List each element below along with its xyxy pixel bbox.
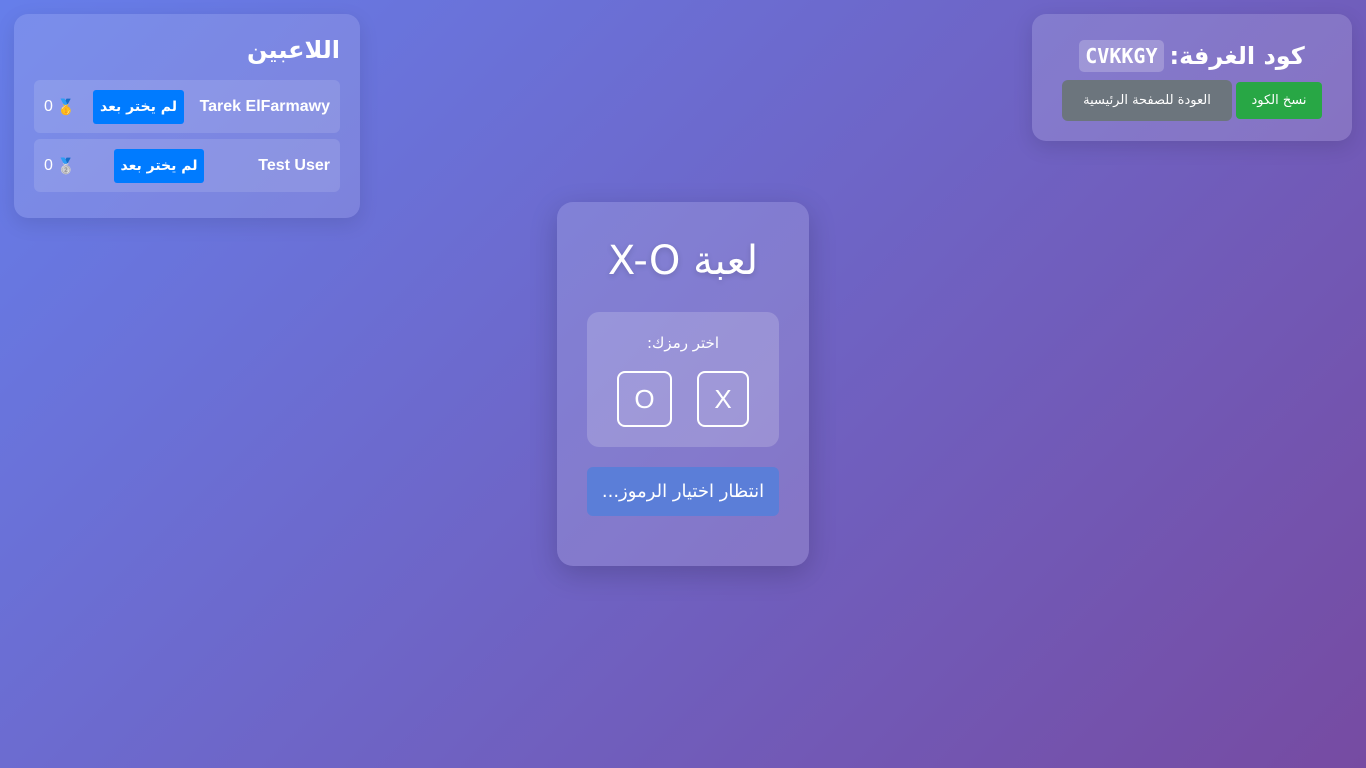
player-score-value: 0 <box>44 97 53 115</box>
room-code-label: كود الغرفة: <box>1169 42 1305 70</box>
silver-medal-icon: 🥈 <box>56 157 76 175</box>
symbol-o-button[interactable]: O <box>617 371 672 427</box>
symbol-selector: اختر رمزك: X O <box>587 312 779 447</box>
player-status-badge[interactable]: لم يختر بعد <box>93 90 184 124</box>
players-panel: اللاعبين Tarek ElFarmawy لم يختر بعد 0 🥇… <box>14 14 360 218</box>
player-status-badge[interactable]: لم يختر بعد <box>114 149 204 183</box>
game-card: لعبة X-O اختر رمزك: X O انتظار اختيار ال… <box>557 202 809 566</box>
waiting-status-button[interactable]: انتظار اختيار الرموز... <box>587 467 779 516</box>
gold-medal-icon: 🥇 <box>56 98 76 116</box>
room-code: CVKKGY <box>1079 40 1164 72</box>
player-score: 0 🥈 <box>44 139 76 192</box>
players-title: اللاعبين <box>246 36 340 64</box>
player-score-value: 0 <box>44 156 53 174</box>
player-score: 0 🥇 <box>44 80 76 133</box>
player-row: Tarek ElFarmawy لم يختر بعد 0 🥇 <box>34 80 340 133</box>
symbol-prompt: اختر رمزك: <box>647 334 719 352</box>
player-name: Test User <box>258 156 330 174</box>
room-card: كود الغرفة: CVKKGY نسخ الكود العودة للصف… <box>1032 14 1352 141</box>
symbol-x-button[interactable]: X <box>697 371 749 427</box>
back-home-button[interactable]: العودة للصفحة الرئيسية <box>1062 80 1232 121</box>
copy-code-button[interactable]: نسخ الكود <box>1236 82 1322 119</box>
game-title: لعبة X-O <box>607 238 759 284</box>
room-title: كود الغرفة: CVKKGY <box>1032 36 1352 76</box>
player-row: Test User لم يختر بعد 0 🥈 <box>34 139 340 192</box>
player-name: Tarek ElFarmawy <box>199 97 330 115</box>
